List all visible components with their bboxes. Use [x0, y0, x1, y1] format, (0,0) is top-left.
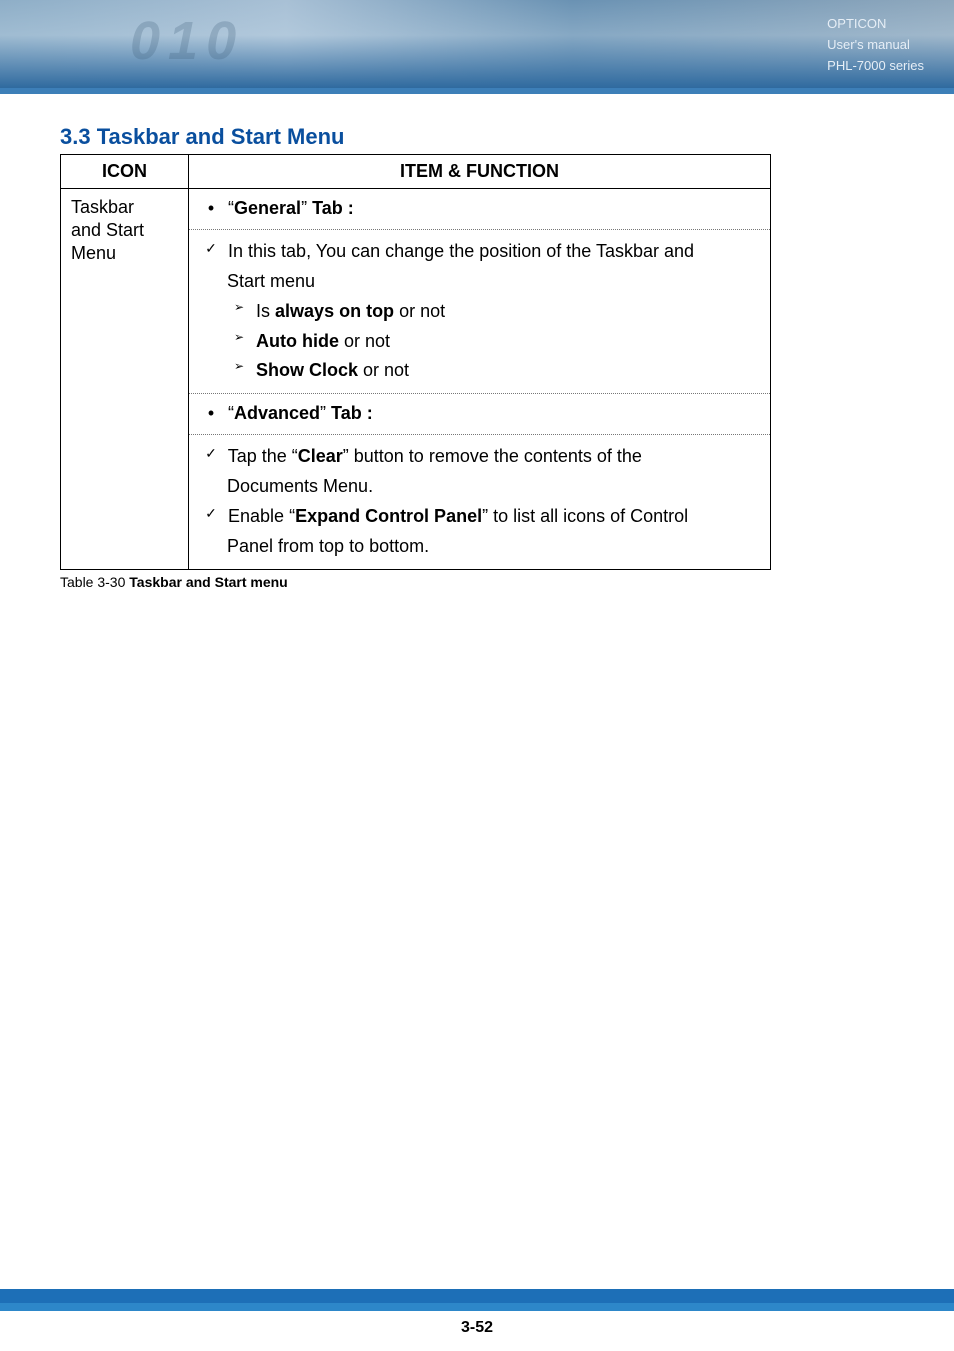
- triangle-icon: ➢: [227, 328, 251, 347]
- general-text-1b: Start menu: [227, 271, 315, 291]
- advanced-tab-body: ✓ Tap the “Clear” button to remove the c…: [189, 435, 770, 569]
- adv-line-2: ✓ Enable “Expand Control Panel” to list …: [199, 503, 760, 531]
- general-line-1b: Start menu: [199, 268, 760, 296]
- adv-line-1: ✓ Tap the “Clear” button to remove the c…: [199, 443, 760, 471]
- adv-2a: Enable “: [228, 506, 295, 526]
- general-sub-2: ➢ Auto hide or not: [199, 328, 760, 356]
- triangle-icon: ➢: [227, 298, 251, 317]
- header-subtitle-1: User's manual: [827, 35, 924, 56]
- check-icon: ✓: [199, 443, 223, 465]
- item-cell: • “General” Tab : ✓ In this tab, You can…: [189, 189, 771, 570]
- gen-sub1-c: or not: [394, 301, 445, 321]
- spec-table: ICON ITEM & FUNCTION Taskbar and Start M…: [60, 154, 771, 570]
- caption-title: Taskbar and Start menu: [129, 574, 287, 590]
- header-decorative-digits: 010: [130, 10, 244, 72]
- adv-1a: Tap the “: [228, 446, 298, 466]
- adv-2c: ” to list all icons of Control: [482, 506, 688, 526]
- table-caption: Table 3-30 Taskbar and Start menu: [60, 574, 894, 590]
- general-word: General: [234, 198, 301, 218]
- gen-sub1-b: always on top: [275, 301, 394, 321]
- quote-close: ”: [301, 198, 312, 218]
- general-line-1: ✓ In this tab, You can change the positi…: [199, 238, 760, 266]
- advanced-tab-label: “Advanced” Tab :: [228, 403, 373, 423]
- header-text-block: OPTICON User's manual PHL-7000 series: [827, 14, 924, 76]
- adv-1b: Clear: [298, 446, 343, 466]
- gen-sub3-a: Show Clock: [256, 360, 358, 380]
- triangle-icon: ➢: [227, 357, 251, 376]
- header-banner: 010 OPTICON User's manual PHL-7000 serie…: [0, 0, 954, 88]
- advanced-tab-header: • “Advanced” Tab :: [189, 394, 770, 435]
- bullet-icon: •: [199, 195, 223, 223]
- adv-line-2d: Panel from top to bottom.: [199, 533, 760, 561]
- adv-line-1d: Documents Menu.: [199, 473, 760, 501]
- icon-label-line2: and Start: [71, 220, 178, 241]
- quote-close: ”: [320, 403, 331, 423]
- table-row: Taskbar and Start Menu • “General” Tab :…: [61, 189, 771, 570]
- header-icon: ICON: [61, 155, 189, 189]
- caption-label: Table 3-30: [60, 574, 129, 590]
- check-icon: ✓: [199, 238, 223, 260]
- advanced-word: Advanced: [234, 403, 320, 423]
- footer-strip-1: [0, 1289, 954, 1303]
- icon-cell: Taskbar and Start Menu: [61, 189, 189, 570]
- header-item: ITEM & FUNCTION: [189, 155, 771, 189]
- general-text-1a: In this tab, You can change the position…: [228, 241, 694, 261]
- general-sub-3: ➢ Show Clock or not: [199, 357, 760, 385]
- gen-sub2-b: or not: [339, 331, 390, 351]
- table-header-row: ICON ITEM & FUNCTION: [61, 155, 771, 189]
- adv-2b: Expand Control Panel: [295, 506, 482, 526]
- general-tab-body: ✓ In this tab, You can change the positi…: [189, 230, 770, 394]
- general-tab-label: “General” Tab :: [228, 198, 354, 218]
- adv-1c: ” button to remove the contents of the: [343, 446, 642, 466]
- section-title: 3.3 Taskbar and Start Menu: [60, 124, 894, 150]
- gen-sub3-b: or not: [358, 360, 409, 380]
- gen-sub2-a: Auto hide: [256, 331, 339, 351]
- header-subtitle-2: PHL-7000 series: [827, 56, 924, 77]
- adv-1d: Documents Menu.: [227, 476, 373, 496]
- page-number: 3-52: [0, 1311, 954, 1351]
- tab-label: Tab :: [331, 403, 373, 423]
- page: 010 OPTICON User's manual PHL-7000 serie…: [0, 0, 954, 1351]
- gen-sub1-a: Is: [256, 301, 275, 321]
- bullet-icon: •: [199, 400, 223, 428]
- footer-strip-2: [0, 1303, 954, 1311]
- adv-2d: Panel from top to bottom.: [227, 536, 429, 556]
- tab-label: Tab :: [312, 198, 354, 218]
- general-tab-header: • “General” Tab :: [189, 189, 770, 230]
- check-icon: ✓: [199, 503, 223, 525]
- footer: 3-52: [0, 1289, 954, 1351]
- general-sub-1: ➢ Is always on top or not: [199, 298, 760, 326]
- icon-label-line1: Taskbar: [71, 197, 178, 218]
- header-brand: OPTICON: [827, 14, 924, 35]
- icon-label-line3: Menu: [71, 243, 178, 264]
- content-area: 3.3 Taskbar and Start Menu ICON ITEM & F…: [0, 94, 954, 590]
